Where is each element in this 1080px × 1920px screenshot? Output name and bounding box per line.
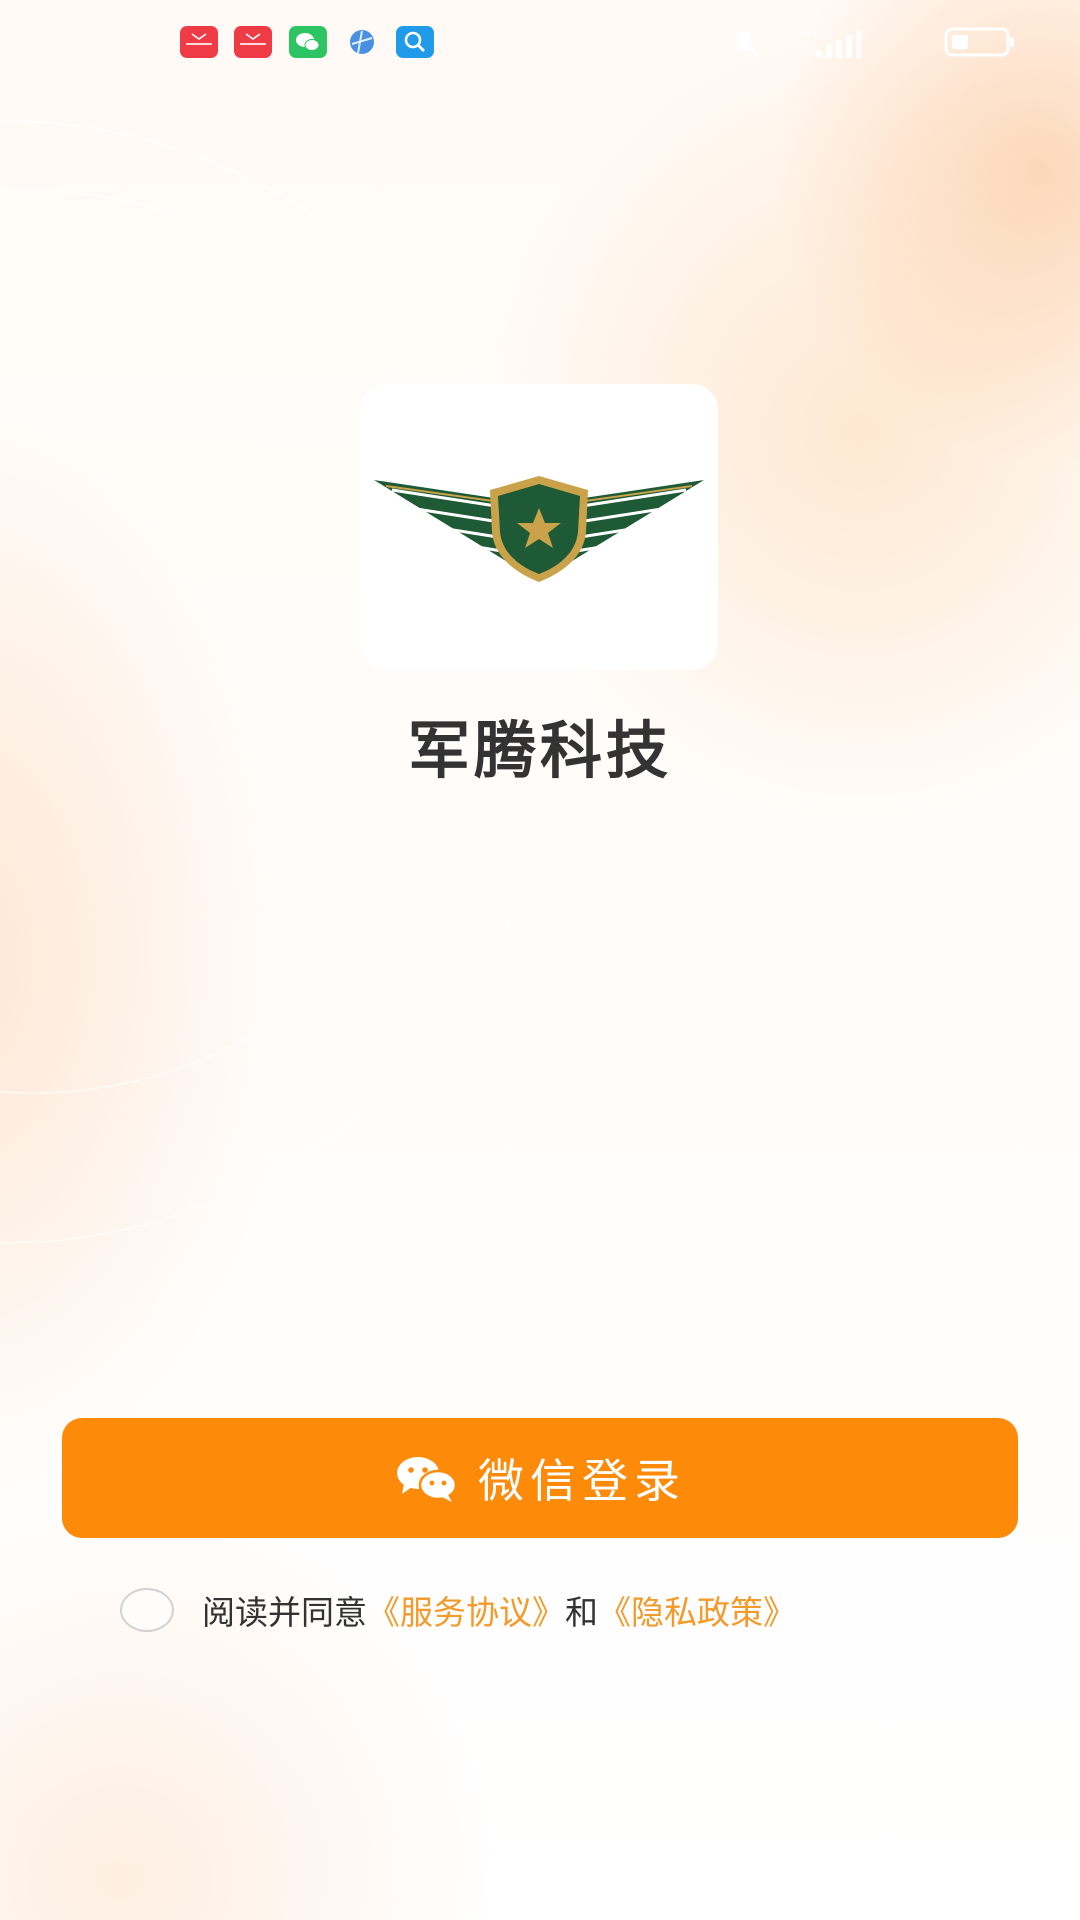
signal-bars-icon: 4G [798,26,866,60]
app-logo-card [360,384,718,670]
agreement-conjunction: 和 [565,1593,598,1632]
bell-off-icon [726,24,764,60]
browser-icon [343,26,381,58]
wechat-login-label: 微信登录 [478,1454,686,1508]
status-bar: 4G [0,0,1080,84]
agreement-radio[interactable] [120,1588,174,1632]
wechat-icon [289,26,327,58]
login-screen: 4G 军腾科技 微信登录 阅读并同意 《服务协议》 和 《隐私政策》 [0,0,1080,1920]
search-app-icon [396,26,434,58]
agreement-row: 阅读并同意 《服务协议》 和 《隐私政策》 [120,1584,796,1636]
privacy-policy-link[interactable]: 《隐私政策》 [598,1586,796,1634]
shield-wings-star-logo [374,476,704,582]
agreement-prefix: 阅读并同意 [202,1593,367,1632]
network-type-label: 4G [800,27,817,41]
app-name: 军腾科技 [407,714,672,787]
mail-app-icon [234,26,272,58]
mail-app-icon [180,26,218,58]
background-arc [0,120,564,1244]
wechat-icon [394,1454,458,1502]
wechat-login-button[interactable]: 微信登录 [62,1418,1018,1538]
system-icons: 4G [716,22,1016,62]
service-agreement-link[interactable]: 《服务协议》 [367,1586,565,1634]
battery-icon [944,26,1016,58]
